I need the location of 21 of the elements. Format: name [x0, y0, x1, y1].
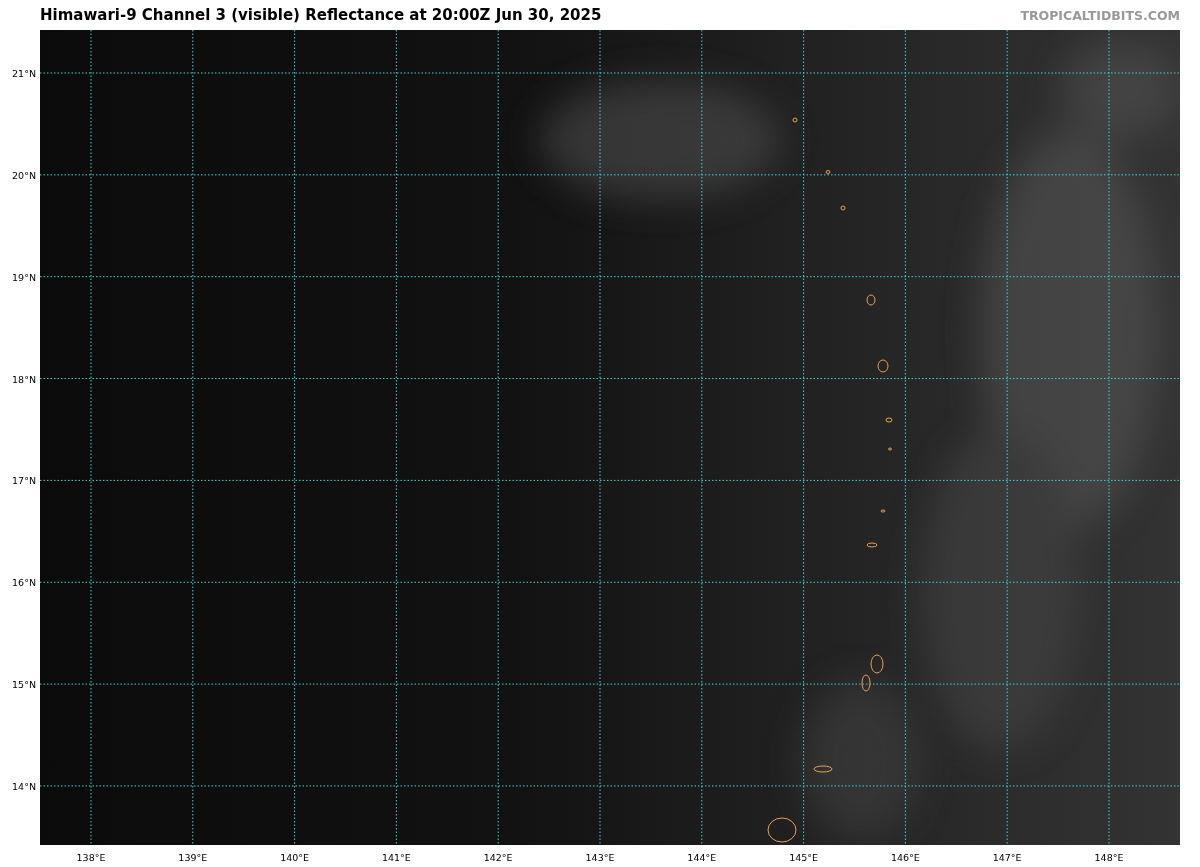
longitude-label: 147°E [992, 852, 1022, 863]
longitude-label: 142°E [483, 852, 513, 863]
longitude-label: 146°E [890, 852, 920, 863]
longitude-label: 145°E [789, 852, 819, 863]
latitude-label: 16°N [12, 576, 36, 588]
latitude-label: 18°N [12, 373, 36, 385]
latitude-label: 14°N [12, 780, 36, 792]
longitude-label: 138°E [76, 852, 106, 863]
latitude-label: 20°N [12, 169, 36, 181]
longitude-label: 148°E [1094, 852, 1124, 863]
chart-title: Himawari-9 Channel 3 (visible) Reflectance at 20:00Z Jun 30, 2025 [40, 6, 602, 24]
latitude-label: 19°N [12, 271, 36, 283]
source-credit: TROPICALTIDBITS.COM [1020, 7, 1180, 23]
longitude-label: 143°E [585, 852, 615, 863]
latitude-label: 15°N [12, 678, 36, 690]
latitude-label: 21°N [12, 67, 36, 79]
latitude-label: 17°N [12, 474, 36, 486]
longitude-label: 141°E [381, 852, 411, 863]
longitude-label: 140°E [280, 852, 310, 863]
longitude-label: 144°E [687, 852, 717, 863]
longitude-label: 139°E [178, 852, 208, 863]
